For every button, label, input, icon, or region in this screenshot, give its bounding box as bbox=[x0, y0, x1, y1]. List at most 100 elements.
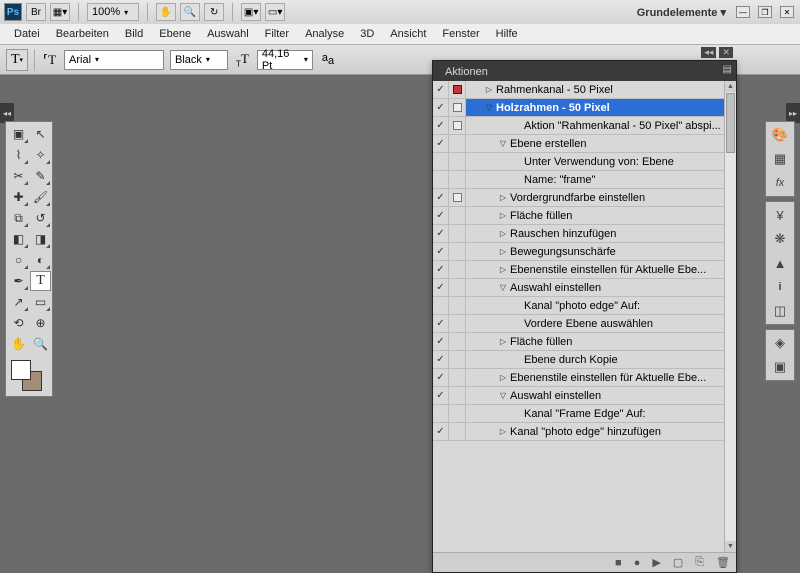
twirl-closed-icon[interactable]: ▷ bbox=[498, 211, 508, 220]
styles-panel-icon[interactable]: fx bbox=[769, 173, 791, 193]
menu-fenster[interactable]: Fenster bbox=[434, 25, 487, 43]
layers-panel-icon[interactable]: ◈ bbox=[769, 333, 791, 353]
brush-tool[interactable]: 🖌 bbox=[30, 187, 51, 207]
menu-bild[interactable]: Bild bbox=[117, 25, 151, 43]
marquee-tool[interactable]: ↖ bbox=[30, 124, 51, 144]
toggle-check-icon[interactable]: ✓ bbox=[436, 264, 444, 275]
toggle-check-icon[interactable]: ✓ bbox=[436, 210, 444, 221]
toggle-check-icon[interactable]: ✓ bbox=[436, 246, 444, 257]
scrollbar[interactable]: ▲ ▼ bbox=[724, 81, 736, 552]
action-row[interactable]: Kanal "photo edge" Auf: bbox=[433, 297, 724, 315]
toggle-check-icon[interactable]: ✓ bbox=[436, 282, 444, 293]
scroll-down-icon[interactable]: ▼ bbox=[725, 541, 736, 552]
trash-button[interactable]: 🗑 bbox=[716, 556, 730, 569]
font-style-dropdown[interactable]: Black▾ bbox=[170, 50, 228, 70]
menu-ansicht[interactable]: Ansicht bbox=[382, 25, 434, 43]
modal-dialog-icon[interactable] bbox=[453, 103, 462, 112]
arrange-docs-button[interactable]: ▣▾ bbox=[241, 3, 261, 21]
modal-dialog-icon[interactable] bbox=[453, 193, 462, 202]
panel-menu-icon[interactable]: ▤ bbox=[723, 64, 732, 75]
twirl-closed-icon[interactable]: ▷ bbox=[498, 193, 508, 202]
toggle-check-icon[interactable]: ✓ bbox=[436, 102, 444, 113]
clone-panel-icon[interactable]: ❋ bbox=[769, 229, 791, 249]
action-row[interactable]: ✓▷Ebenenstile einstellen für Aktuelle Eb… bbox=[433, 369, 724, 387]
toggle-check-icon[interactable]: ✓ bbox=[436, 336, 444, 347]
right-dock-collapse[interactable]: ▸▸ bbox=[786, 103, 800, 123]
bridge-button[interactable]: Br bbox=[26, 3, 46, 21]
action-row[interactable]: ✓▷Bewegungsunschärfe bbox=[433, 243, 724, 261]
twirl-open-icon[interactable]: ▽ bbox=[498, 391, 508, 400]
modal-dialog-icon[interactable] bbox=[453, 121, 462, 130]
twirl-open-icon[interactable]: ▽ bbox=[484, 103, 494, 112]
action-row[interactable]: ✓▽Ebene erstellen bbox=[433, 135, 724, 153]
wand-tool[interactable]: ✧ bbox=[30, 145, 51, 165]
font-size-dropdown[interactable]: 44,16 Pt▾ bbox=[257, 50, 313, 70]
pen-tool[interactable]: ✒ bbox=[8, 271, 29, 291]
twirl-closed-icon[interactable]: ▷ bbox=[498, 337, 508, 346]
eraser-tool[interactable]: ◧ bbox=[8, 229, 29, 249]
twirl-open-icon[interactable]: ▽ bbox=[498, 283, 508, 292]
zoom-dropdown[interactable]: 100% bbox=[87, 3, 139, 21]
color-swatches[interactable] bbox=[8, 358, 51, 394]
menu-analyse[interactable]: Analyse bbox=[297, 25, 352, 43]
histogram-panel-icon[interactable]: ◫ bbox=[769, 301, 791, 321]
minimize-button[interactable]: — bbox=[736, 6, 750, 18]
panel-close-icon[interactable]: ✕ bbox=[719, 47, 733, 58]
healing-tool[interactable]: ✚ bbox=[8, 187, 29, 207]
workspace-switcher[interactable]: Grundelemente ▾ bbox=[633, 6, 730, 19]
action-row[interactable]: ✓▽Holzrahmen - 50 Pixel bbox=[433, 99, 724, 117]
zoom-tool-button[interactable]: 🔍 bbox=[180, 3, 200, 21]
twirl-closed-icon[interactable]: ▷ bbox=[498, 247, 508, 256]
twirl-open-icon[interactable]: ▽ bbox=[498, 139, 508, 148]
action-row[interactable]: ✓▷Rauschen hinzufügen bbox=[433, 225, 724, 243]
color-panel-icon[interactable]: 🎨 bbox=[769, 125, 791, 145]
toggle-check-icon[interactable]: ✓ bbox=[436, 372, 444, 383]
action-row[interactable]: ✓▷Ebenenstile einstellen für Aktuelle Eb… bbox=[433, 261, 724, 279]
rotate-view-button[interactable]: ↻ bbox=[204, 3, 224, 21]
scroll-up-icon[interactable]: ▲ bbox=[725, 81, 736, 92]
orientation-button[interactable]: ⸢T bbox=[41, 52, 58, 68]
font-family-dropdown[interactable]: Arial▾ bbox=[64, 50, 164, 70]
info-panel-icon[interactable]: i bbox=[769, 277, 791, 297]
toggle-check-icon[interactable]: ✓ bbox=[436, 84, 444, 95]
action-row[interactable]: ✓▷Fläche füllen bbox=[433, 207, 724, 225]
twirl-closed-icon[interactable]: ▷ bbox=[498, 265, 508, 274]
play-button[interactable]: ▶ bbox=[652, 556, 660, 569]
action-row[interactable]: ✓Ebene durch Kopie bbox=[433, 351, 724, 369]
lasso-tool[interactable]: ⌇ bbox=[8, 145, 29, 165]
toggle-check-icon[interactable]: ✓ bbox=[436, 354, 444, 365]
gradient-tool[interactable]: ◨ bbox=[30, 229, 51, 249]
blur-tool[interactable]: ○ bbox=[8, 250, 29, 270]
antialias-dropdown[interactable]: aa bbox=[319, 52, 337, 67]
action-row[interactable]: ✓Vordere Ebene auswählen bbox=[433, 315, 724, 333]
tool-preset-button[interactable]: T▾ bbox=[6, 49, 28, 71]
path-select-tool[interactable]: ↗ bbox=[8, 292, 29, 312]
close-button[interactable]: ✕ bbox=[780, 6, 794, 18]
screen-layout-button[interactable]: ▭▾ bbox=[265, 3, 285, 21]
left-dock-collapse[interactable]: ◂◂ bbox=[0, 103, 14, 123]
action-row[interactable]: Unter Verwendung von: Ebene bbox=[433, 153, 724, 171]
hand-tool[interactable]: ✋ bbox=[8, 334, 29, 354]
modal-dialog-icon[interactable] bbox=[453, 85, 462, 94]
3d-orbit-tool[interactable]: ⊕ bbox=[30, 313, 51, 333]
twirl-closed-icon[interactable]: ▷ bbox=[484, 85, 494, 94]
menu-hilfe[interactable]: Hilfe bbox=[488, 25, 526, 43]
menu-3d[interactable]: 3D bbox=[352, 25, 382, 43]
stop-button[interactable]: ■ bbox=[615, 557, 622, 569]
twirl-closed-icon[interactable]: ▷ bbox=[498, 427, 508, 436]
toggle-check-icon[interactable]: ✓ bbox=[436, 228, 444, 239]
scroll-thumb[interactable] bbox=[726, 93, 735, 153]
toggle-check-icon[interactable]: ✓ bbox=[436, 390, 444, 401]
hand-tool-button[interactable]: ✋ bbox=[156, 3, 176, 21]
menu-bearbeiten[interactable]: Bearbeiten bbox=[48, 25, 117, 43]
zoom-toolbox[interactable]: 🔍 bbox=[30, 334, 51, 354]
type-tool[interactable]: T bbox=[30, 271, 51, 291]
action-row[interactable]: ✓▷Fläche füllen bbox=[433, 333, 724, 351]
menu-datei[interactable]: Datei bbox=[6, 25, 48, 43]
shape-tool[interactable]: ▭ bbox=[30, 292, 51, 312]
action-row[interactable]: ✓▷Kanal "photo edge" hinzufügen bbox=[433, 423, 724, 441]
new-action-button[interactable]: ⎘ bbox=[695, 556, 704, 569]
move-tool[interactable]: ▣ bbox=[8, 124, 29, 144]
menu-filter[interactable]: Filter bbox=[257, 25, 297, 43]
stamp-tool[interactable]: ⧉ bbox=[8, 208, 29, 228]
